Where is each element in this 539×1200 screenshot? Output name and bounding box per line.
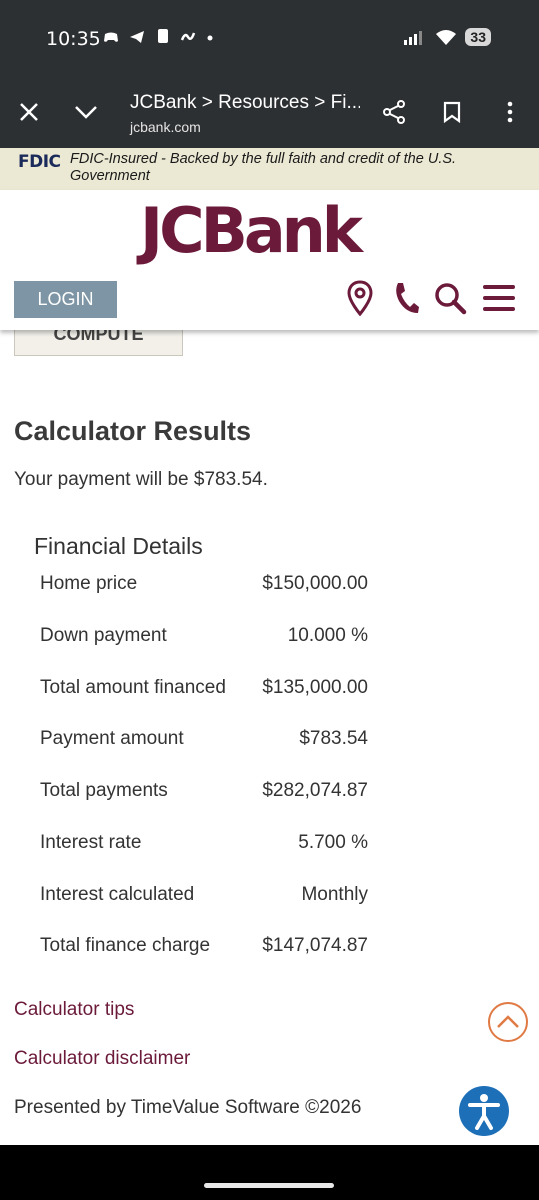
location-icon[interactable] xyxy=(342,278,378,318)
browser-toolbar: JCBank > Resources > Fi... jcbank.com xyxy=(0,80,539,148)
detail-row: Down payment 10.000 % xyxy=(40,625,368,655)
detail-value: $147,074.87 xyxy=(262,935,368,956)
detail-label: Total finance charge xyxy=(40,935,211,956)
status-bar: 10:35 33 xyxy=(0,0,539,80)
bookmark-icon[interactable] xyxy=(436,94,468,130)
accessibility-button[interactable] xyxy=(459,1086,509,1136)
page-title: JCBank > Resources > Fi... xyxy=(130,92,360,113)
detail-row: Total finance charge $147,074.87 xyxy=(40,935,368,965)
calculator-tips-link[interactable]: Calculator tips xyxy=(14,999,134,1021)
menu-icon[interactable] xyxy=(481,278,517,318)
fdic-logo: FDIC xyxy=(18,152,61,172)
results-title: Calculator Results xyxy=(14,416,252,446)
detail-row: Interest rate 5.700 % xyxy=(40,832,368,862)
detail-value: 10.000 % xyxy=(287,625,368,646)
accessibility-icon xyxy=(468,1094,500,1130)
game-controller-icon xyxy=(104,32,118,42)
telegram-icon xyxy=(130,31,145,43)
system-nav-bar xyxy=(0,1145,539,1200)
detail-label: Home price xyxy=(40,573,138,594)
wifi-icon xyxy=(436,30,457,45)
phone-call-icon[interactable] xyxy=(388,278,424,318)
payment-summary: Your payment will be $783.54. xyxy=(14,469,268,490)
home-gesture-bar[interactable] xyxy=(204,1183,334,1188)
close-icon[interactable] xyxy=(13,94,45,130)
dot-icon xyxy=(207,35,213,41)
detail-value: 5.700 % xyxy=(298,832,368,853)
phone-icon xyxy=(157,29,168,43)
detail-value: $135,000.00 xyxy=(262,677,368,698)
detail-label: Interest rate xyxy=(40,832,142,853)
detail-value: $150,000.00 xyxy=(262,573,368,594)
main-content: COMPUTE Calculator Results Your payment … xyxy=(0,330,539,1145)
notification-icons xyxy=(103,28,213,49)
search-icon[interactable] xyxy=(432,278,468,318)
login-button[interactable]: LOGIN xyxy=(14,281,117,318)
detail-label: Down payment xyxy=(40,625,167,646)
brand-logo[interactable]: JCBank xyxy=(140,194,363,267)
scroll-to-top-button[interactable] xyxy=(488,1002,528,1042)
compute-button[interactable]: COMPUTE xyxy=(14,330,183,356)
detail-value: $282,074.87 xyxy=(262,780,368,801)
chevron-down-icon[interactable] xyxy=(70,94,102,130)
detail-value: Monthly xyxy=(301,884,368,905)
fdic-banner: FDIC FDIC-Insured - Backed by the full f… xyxy=(0,148,539,190)
battery-icon: 33 xyxy=(465,28,491,46)
detail-value: $783.54 xyxy=(299,728,368,749)
signal-icon xyxy=(404,31,423,45)
detail-row: Total payments $282,074.87 xyxy=(40,780,368,810)
detail-label: Total amount financed xyxy=(40,677,226,698)
share-icon[interactable] xyxy=(378,94,410,130)
detail-row: Total amount financed $135,000.00 xyxy=(40,677,368,707)
detail-row: Interest calculated Monthly xyxy=(40,884,368,914)
wave-icon xyxy=(181,32,196,41)
detail-row: Payment amount $783.54 xyxy=(40,728,368,758)
presented-by-text: Presented by TimeValue Software ©2026 xyxy=(14,1097,362,1118)
detail-label: Interest calculated xyxy=(40,884,195,905)
more-options-icon[interactable] xyxy=(494,94,526,130)
calculator-disclaimer-link[interactable]: Calculator disclaimer xyxy=(14,1048,190,1070)
site-header: JCBank LOGIN xyxy=(0,190,539,330)
detail-label: Total payments xyxy=(40,780,168,801)
status-time: 10:35 xyxy=(46,28,101,50)
chevron-up-icon xyxy=(497,1015,519,1028)
detail-label: Payment amount xyxy=(40,728,184,749)
page-url: jcbank.com xyxy=(130,119,201,135)
financial-details-title: Financial Details xyxy=(34,533,203,559)
fdic-text: FDIC-Insured - Backed by the full faith … xyxy=(70,151,457,184)
detail-row: Home price $150,000.00 xyxy=(40,573,368,603)
